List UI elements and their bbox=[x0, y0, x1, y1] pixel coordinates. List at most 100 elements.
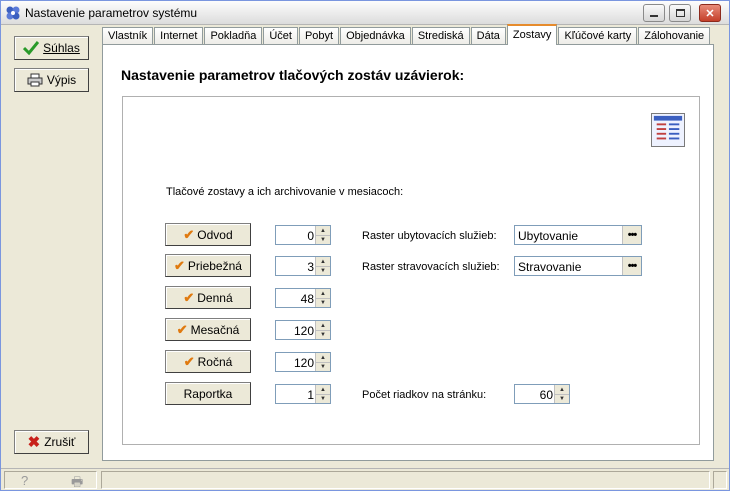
vypis-label: Výpis bbox=[46, 73, 77, 87]
mesacna-label: Mesačná bbox=[190, 322, 240, 337]
rocna-label: Ročná bbox=[197, 354, 233, 369]
priebezna-label: Priebežná bbox=[187, 258, 242, 273]
denna-button[interactable]: ✔ Denná bbox=[165, 286, 251, 309]
tab-klucove-karty[interactable]: Kľúčové karty bbox=[558, 27, 638, 45]
priebezna-button[interactable]: ✔ Priebežná bbox=[165, 254, 251, 277]
tab-internet[interactable]: Internet bbox=[154, 27, 204, 45]
rocna-spinner[interactable]: 120 ▲ ▼ bbox=[275, 352, 331, 372]
close-button[interactable]: ✕ bbox=[699, 4, 721, 22]
spin-up-icon[interactable]: ▲ bbox=[316, 353, 330, 362]
odvod-spinner[interactable]: 0 ▲ ▼ bbox=[275, 225, 331, 245]
raportka-value: 1 bbox=[307, 388, 314, 402]
status-bar: ? 🖶 bbox=[1, 468, 729, 490]
help-icon[interactable]: ? bbox=[21, 473, 28, 488]
app-icon bbox=[6, 6, 20, 20]
spinner-arrows: ▲ ▼ bbox=[315, 289, 330, 307]
minimize-icon bbox=[650, 15, 658, 17]
checkmark-icon bbox=[23, 41, 40, 55]
zrusit-button[interactable]: ✖ Zrušiť bbox=[14, 430, 89, 454]
denna-label: Denná bbox=[197, 290, 233, 305]
spin-down-icon[interactable]: ▼ bbox=[316, 330, 330, 339]
raster-ubytovacich-field[interactable]: Ubytovanie ••• bbox=[514, 225, 642, 245]
resize-grip[interactable] bbox=[713, 471, 727, 489]
raster-ubytovacich-label: Raster ubytovacích služieb: bbox=[362, 230, 497, 242]
printer-icon bbox=[27, 73, 43, 87]
spin-up-icon[interactable]: ▲ bbox=[316, 257, 330, 266]
raportka-button[interactable]: Raportka bbox=[165, 382, 251, 405]
spin-up-icon[interactable]: ▲ bbox=[316, 226, 330, 235]
tab-strip: Vlastník Internet Pokladňa Účet Pobyt Ob… bbox=[102, 24, 711, 45]
checkmark-icon: ✔ bbox=[183, 226, 195, 242]
raster-ubytovacich-value: Ubytovanie bbox=[518, 229, 579, 243]
vypis-button[interactable]: Výpis bbox=[14, 68, 89, 92]
spin-down-icon[interactable]: ▼ bbox=[316, 362, 330, 371]
denna-value: 48 bbox=[300, 292, 314, 306]
status-cell-message bbox=[101, 471, 710, 489]
priebezna-value: 3 bbox=[307, 260, 314, 274]
odvod-label: Odvod bbox=[197, 227, 233, 242]
raportka-spinner[interactable]: 1 ▲ ▼ bbox=[275, 384, 331, 404]
tab-zostavy[interactable]: Zostavy bbox=[506, 24, 558, 45]
odvod-value: 0 bbox=[307, 229, 314, 243]
pocet-riadkov-value: 60 bbox=[539, 388, 553, 402]
spinner-arrows: ▲ ▼ bbox=[315, 353, 330, 371]
reports-subheading: Tlačové zostavy a ich archivovanie v mes… bbox=[166, 186, 404, 198]
spin-down-icon[interactable]: ▼ bbox=[316, 394, 330, 403]
minimize-button[interactable] bbox=[643, 4, 665, 22]
spin-down-icon[interactable]: ▼ bbox=[555, 394, 569, 403]
tab-data[interactable]: Dáta bbox=[470, 27, 506, 45]
pocet-riadkov-spinner[interactable]: 60 ▲ ▼ bbox=[514, 384, 570, 404]
checkmark-icon: ✔ bbox=[183, 353, 195, 369]
mesacna-button[interactable]: ✔ Mesačná bbox=[165, 318, 251, 341]
window-title: Nastavenie parametrov systému bbox=[25, 6, 198, 20]
tab-objednavka[interactable]: Objednávka bbox=[340, 27, 411, 45]
cancel-x-icon: ✖ bbox=[27, 434, 41, 451]
checkmark-icon: ✔ bbox=[174, 257, 185, 273]
maximize-button[interactable] bbox=[669, 4, 691, 22]
spinner-arrows: ▲ ▼ bbox=[315, 226, 330, 244]
suhlas-button[interactable]: Súhlas bbox=[14, 36, 89, 60]
maximize-icon bbox=[675, 9, 685, 17]
spin-up-icon[interactable]: ▲ bbox=[316, 321, 330, 330]
raster-stravovacich-field[interactable]: Stravovanie ••• bbox=[514, 256, 642, 276]
rocna-button[interactable]: ✔ Ročná bbox=[165, 350, 251, 373]
tab-strediska[interactable]: Strediská bbox=[411, 27, 470, 45]
reports-group: Tlačové zostavy a ich archivovanie v mes… bbox=[122, 96, 700, 445]
tab-zalohovanie[interactable]: Zálohovanie bbox=[638, 27, 711, 45]
tab-vlastnik[interactable]: Vlastník bbox=[102, 27, 154, 45]
ellipsis-button[interactable]: ••• bbox=[622, 226, 641, 244]
priebezna-spinner[interactable]: 3 ▲ ▼ bbox=[275, 256, 331, 276]
zostavy-panel: Nastavenie parametrov tlačových zostáv u… bbox=[102, 44, 714, 461]
raportka-label: Raportka bbox=[183, 386, 233, 401]
spinner-arrows: ▲ ▼ bbox=[315, 257, 330, 275]
report-document-icon bbox=[651, 113, 685, 147]
raster-stravovacich-value: Stravovanie bbox=[518, 260, 582, 274]
pocet-riadkov-label: Počet riadkov na stránku: bbox=[362, 389, 487, 401]
spinner-arrows: ▲ ▼ bbox=[315, 385, 330, 403]
spinner-arrows: ▲ ▼ bbox=[315, 321, 330, 339]
raster-stravovacich-label: Raster stravovacích služieb: bbox=[362, 261, 500, 273]
rocna-value: 120 bbox=[293, 356, 314, 370]
tab-pokladna[interactable]: Pokladňa bbox=[204, 27, 263, 45]
printer-icon[interactable]: 🖶 bbox=[71, 473, 83, 495]
denna-spinner[interactable]: 48 ▲ ▼ bbox=[275, 288, 331, 308]
spin-up-icon[interactable]: ▲ bbox=[316, 385, 330, 394]
spin-up-icon[interactable]: ▲ bbox=[555, 385, 569, 394]
spin-up-icon[interactable]: ▲ bbox=[316, 289, 330, 298]
spin-down-icon[interactable]: ▼ bbox=[316, 298, 330, 307]
odvod-button[interactable]: ✔ Odvod bbox=[165, 223, 251, 246]
tab-ucet[interactable]: Účet bbox=[263, 27, 298, 45]
checkmark-icon: ✔ bbox=[176, 321, 188, 337]
spin-down-icon[interactable]: ▼ bbox=[316, 235, 330, 244]
title-bar[interactable]: Nastavenie parametrov systému ✕ bbox=[1, 1, 729, 25]
close-icon: ✕ bbox=[705, 7, 715, 20]
mesacna-spinner[interactable]: 120 ▲ ▼ bbox=[275, 320, 331, 340]
spinner-arrows: ▲ ▼ bbox=[554, 385, 569, 403]
tab-pobyt[interactable]: Pobyt bbox=[298, 27, 340, 45]
spin-down-icon[interactable]: ▼ bbox=[316, 266, 330, 275]
checkmark-icon: ✔ bbox=[183, 289, 195, 305]
client-area: Súhlas Výpis ✖ Zrušiť Vlastník Internet … bbox=[1, 24, 729, 467]
mesacna-value: 120 bbox=[293, 324, 314, 338]
panel-heading: Nastavenie parametrov tlačových zostáv u… bbox=[121, 67, 465, 83]
ellipsis-button[interactable]: ••• bbox=[622, 257, 641, 275]
